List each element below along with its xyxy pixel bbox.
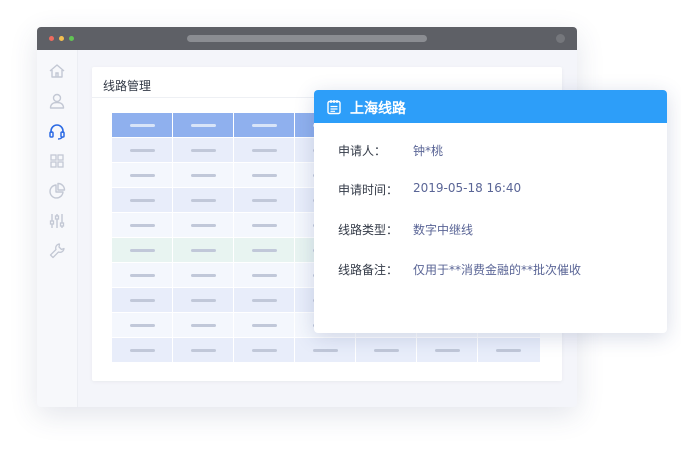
card-title: 上海线路 [350,101,406,117]
line-detail-card: 上海线路 申请人： 钟*桃 申请时间： 2019-05-18 16:40 线路类… [314,90,667,333]
line-type-value: 数字中继线 [413,223,474,237]
user-icon [49,93,65,109]
table-header-cell[interactable] [112,113,173,138]
headset-icon [49,124,65,140]
line-type-label: 线路类型： [338,223,399,237]
sidebar-item-stats[interactable] [48,182,66,200]
notepad-icon [326,99,342,115]
table-row[interactable] [112,338,540,363]
title-bar [37,27,577,50]
sidebar-item-apps[interactable] [48,152,66,170]
pie-chart-icon [49,182,66,199]
applicant-label: 申请人： [338,144,387,158]
home-icon [49,64,65,78]
line-remark-label: 线路备注： [338,263,399,277]
sidebar-item-tools[interactable] [48,242,66,260]
close-window-button[interactable] [49,36,54,41]
sliders-icon [49,214,65,228]
card-header: 上海线路 [314,90,667,123]
apply-time-value: 2019-05-18 16:40 [413,181,522,195]
table-header-cell[interactable] [173,113,234,138]
sidebar-item-service[interactable] [48,122,66,140]
applicant-value: 钟*桃 [413,144,444,158]
table-header-cell[interactable] [234,113,295,138]
page-title: 线路管理 [103,79,152,93]
sidebar-item-home[interactable] [48,62,66,80]
sidebar [37,50,78,407]
maximize-window-button[interactable] [69,36,74,41]
sidebar-item-user[interactable] [48,92,66,110]
grid-icon [50,154,64,168]
sidebar-item-settings[interactable] [48,212,66,230]
window-menu-button[interactable] [556,34,565,43]
wrench-icon [49,243,65,259]
minimize-window-button[interactable] [59,36,64,41]
apply-time-label: 申请时间： [338,183,399,197]
line-remark-value: 仅用于**消费金融的**批次催收 [413,263,582,277]
address-bar[interactable] [187,35,427,42]
